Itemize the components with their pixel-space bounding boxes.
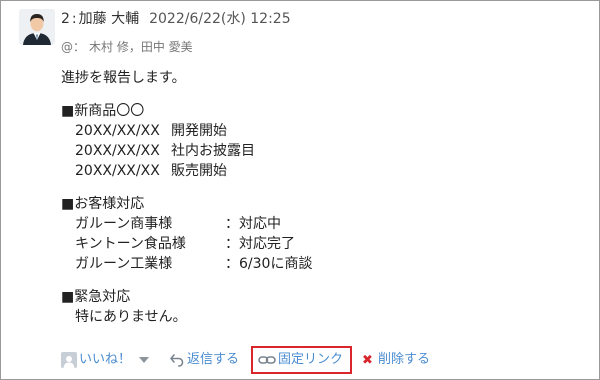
schedule-date: 20XX/XX/XX [75,143,160,159]
schedule-row: 20XX/XX/XX 社内お披露目 [61,141,312,161]
link-icon [258,356,276,364]
number-separator: : [71,11,77,27]
customer-row: キントーン食品様 ：対応完了 [61,234,312,254]
section-heading: ■お客様対応 [61,196,145,212]
comment-body: 進捗を報告します。 ■新商品〇〇 20XX/XX/XX 開発開始 20XX/XX/… [61,68,312,327]
avatar[interactable] [19,9,55,45]
reply-button[interactable]: 返信する [169,350,239,370]
comment-panel: 2: 加藤 大輔 2022/6/22(水) 12:25 @： 木村 修，田中 愛美 進… [0,0,600,380]
customer-row: ガルーン工業様 ：6/30に商談 [61,254,312,274]
schedule-event: 開発開始 [171,123,227,139]
comment-header: 2: 加藤 大輔 2022/6/22(水) 12:25 [61,10,291,28]
section-heading: ■緊急対応 [61,289,131,305]
reply-label: 返信する [187,352,240,367]
delete-label: 削除する [377,352,430,367]
schedule-date: 20XX/XX/XX [75,163,160,179]
mentioned-users[interactable]: 木村 修，田中 愛美 [89,40,193,54]
delete-x-icon: ✖ [362,352,373,368]
permalink-label: 固定リンク [278,352,344,367]
schedule-row: 20XX/XX/XX 開発開始 [61,121,312,141]
schedule-date: 20XX/XX/XX [75,123,160,139]
customer-status: ：6/30に商談 [225,256,313,272]
mentions-prefix: @： [61,40,86,54]
body-line: 特にありません。 [75,309,187,325]
section-heading: ■新商品〇〇 [61,103,145,119]
delete-button[interactable]: ✖ 削除する [362,350,430,370]
schedule-event: 社内お披露目 [171,143,255,159]
like-label: いいね！ [79,352,132,367]
body-line: 進捗を報告します。 [61,70,186,86]
comment-actions: いいね！ 返信する 固定リンク ✖ 削除する [61,346,430,374]
mentions-line: @： 木村 修，田中 愛美 [61,39,193,55]
schedule-row: 20XX/XX/XX 販売開始 [61,161,312,181]
like-button[interactable]: いいね！ [61,350,131,370]
post-timestamp: 2022/6/22(水) 12:25 [149,11,291,27]
customer-name: ガルーン商事様 [75,216,173,232]
comment-number: 2 [61,11,70,27]
author-name[interactable]: 加藤 大輔 [79,11,139,27]
customer-status: ：対応中 [225,216,281,232]
customer-status: ：対応完了 [225,236,295,252]
user-photo-icon [19,9,55,45]
customer-name: ガルーン工業様 [75,256,173,272]
reply-icon [170,354,184,367]
chevron-down-icon[interactable] [139,357,150,363]
customer-row: ガルーン商事様 ：対応中 [61,214,312,234]
like-user-icon [61,352,77,368]
customer-name: キントーン食品様 [75,236,186,252]
permalink-button[interactable]: 固定リンク [251,346,353,374]
schedule-event: 販売開始 [171,163,227,179]
